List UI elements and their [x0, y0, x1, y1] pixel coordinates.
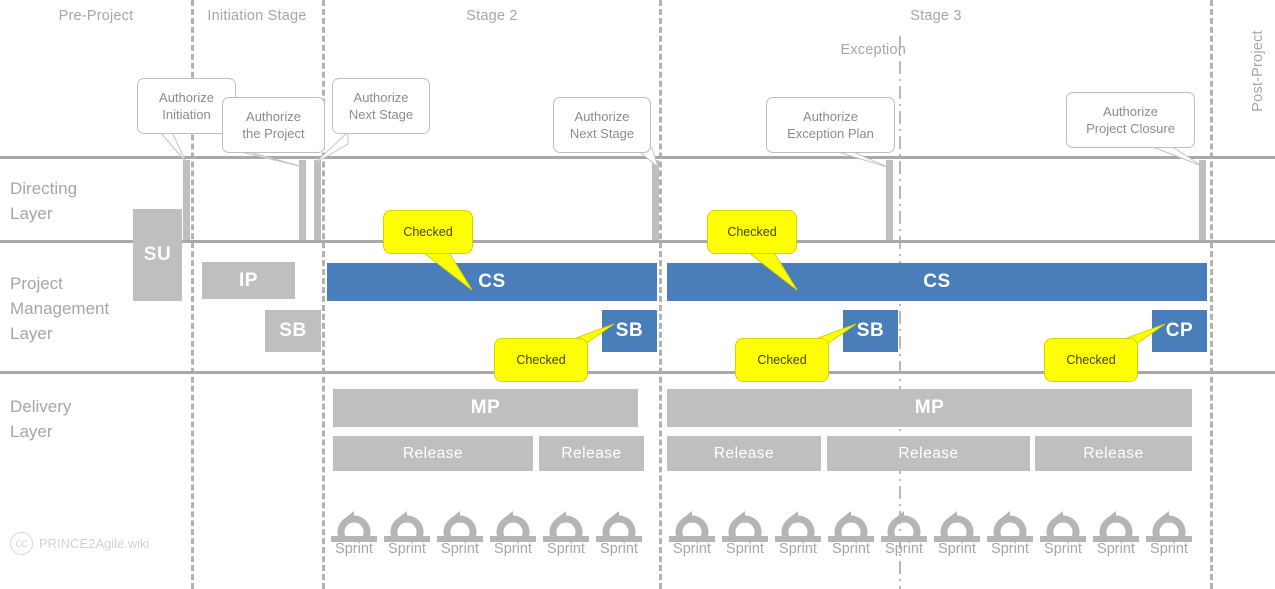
layer-title-project-management: Project Management Layer: [10, 274, 110, 343]
sprint-label: Sprint: [600, 541, 638, 557]
stage-label-stage-3: Stage 3: [910, 8, 962, 24]
sprint-label: Sprint: [885, 541, 923, 557]
sprint-label: Sprint: [938, 541, 976, 557]
sprint-label: Sprint: [991, 541, 1029, 557]
sprint-loop-icon: [770, 497, 826, 543]
process-box-sb-initiation[interactable]: SB: [265, 310, 321, 352]
directing-tick-authorize-project-closure: [1199, 160, 1206, 240]
directing-tick-authorize-the-project: [299, 160, 306, 240]
sprint-item: Sprint: [876, 497, 932, 557]
process-box-su[interactable]: SU: [133, 209, 182, 301]
release-bar[interactable]: Release: [539, 436, 644, 471]
sprint-loop-icon: [379, 497, 435, 543]
callout-tail-authorize-initiation: [158, 131, 187, 163]
sprint-item: Sprint: [591, 497, 647, 557]
sprint-loop-icon: [929, 497, 985, 543]
stage-label-initiation-stage: Initiation Stage: [207, 8, 307, 24]
checked-callout-cs-stage2[interactable]: Checked: [383, 210, 473, 254]
delivery-bar-mp-stage2[interactable]: MP: [333, 389, 638, 427]
sprint-item: Sprint: [1141, 497, 1197, 557]
release-bar[interactable]: Release: [827, 436, 1030, 471]
callout-authorize-next-stage-2[interactable]: Authorize Next Stage: [553, 97, 651, 153]
sprint-item: Sprint: [717, 497, 773, 557]
stage-label-stage-2: Stage 2: [466, 8, 518, 24]
directing-tick-authorize-exception-plan: [886, 160, 893, 240]
sprint-item: Sprint: [770, 497, 826, 557]
callout-authorize-the-project[interactable]: Authorize the Project: [222, 97, 325, 153]
sprint-label: Sprint: [547, 541, 585, 557]
creative-commons-icon: CC: [10, 532, 33, 555]
sprint-item: Sprint: [485, 497, 541, 557]
release-bar[interactable]: Release: [333, 436, 533, 471]
sprint-label: Sprint: [388, 541, 426, 557]
checked-callout-cp[interactable]: Checked: [1044, 338, 1138, 382]
sprint-label: Sprint: [1150, 541, 1188, 557]
sprint-label: Sprint: [1044, 541, 1082, 557]
sprint-item: Sprint: [929, 497, 985, 557]
stage-label-post-project: Post-Project: [1250, 30, 1266, 112]
sprint-loop-icon: [1088, 497, 1144, 543]
stage-label-pre-project: Pre-Project: [58, 8, 134, 24]
exception-label: Exception: [840, 42, 906, 58]
sprint-item: Sprint: [823, 497, 879, 557]
sprint-item: Sprint: [1088, 497, 1144, 557]
sprint-loop-icon: [982, 497, 1038, 543]
callout-authorize-exception-plan[interactable]: Authorize Exception Plan: [766, 97, 895, 153]
layer-title-directing: Directing Layer: [10, 179, 78, 223]
directing-tick-authorize-next-stage-2: [652, 160, 659, 240]
sprint-loop-icon: [538, 497, 594, 543]
sprint-loop-icon: [1035, 497, 1091, 543]
sprint-item: Sprint: [982, 497, 1038, 557]
layer-separator-middle: [0, 240, 1275, 243]
directing-tick-authorize-next-stage-1: [314, 160, 321, 240]
checked-callout-sb-stage3[interactable]: Checked: [735, 338, 829, 382]
stage-divider-stage2-stage3: [659, 0, 662, 589]
release-bar[interactable]: Release: [667, 436, 821, 471]
checked-callout-sb-stage2[interactable]: Checked: [494, 338, 588, 382]
sprint-label: Sprint: [1097, 541, 1135, 557]
process-box-ip[interactable]: IP: [202, 262, 295, 299]
layer-title-delivery: Delivery Layer: [10, 397, 72, 441]
sprint-item: Sprint: [664, 497, 720, 557]
sprint-label: Sprint: [673, 541, 711, 557]
sprint-item: Sprint: [432, 497, 488, 557]
sprint-label: Sprint: [779, 541, 817, 557]
checked-callout-cs-stage3[interactable]: Checked: [707, 210, 797, 254]
sprint-item: Sprint: [379, 497, 435, 557]
sprint-label: Sprint: [832, 541, 870, 557]
sprint-loop-icon: [1141, 497, 1197, 543]
process-box-cs-stage2[interactable]: CS: [327, 263, 657, 301]
sprint-loop-icon: [326, 497, 382, 543]
directing-tick-authorize-initiation: [183, 160, 190, 240]
sprint-label: Sprint: [726, 541, 764, 557]
stage-divider-initiation-stage2: [322, 0, 325, 589]
sprint-label: Sprint: [441, 541, 479, 557]
sprint-item: Sprint: [1035, 497, 1091, 557]
callout-authorize-next-stage-1[interactable]: Authorize Next Stage: [332, 78, 430, 134]
sprint-label: Sprint: [335, 541, 373, 557]
sprint-loop-icon: [823, 497, 879, 543]
sprint-loop-icon: [432, 497, 488, 543]
callout-authorize-project-closure[interactable]: Authorize Project Closure: [1066, 92, 1195, 148]
attribution-text: PRINCE2Agile.wiki: [39, 536, 150, 551]
sprint-loop-icon: [591, 497, 647, 543]
sprint-loop-icon: [664, 497, 720, 543]
sprint-loop-icon: [876, 497, 932, 543]
attribution: CC PRINCE2Agile.wiki: [10, 532, 150, 555]
prince2-agile-diagram: Exception Pre-Project Initiation Stage S…: [0, 0, 1275, 589]
stage-divider-stage3-postproject: [1210, 0, 1213, 589]
sprint-label: Sprint: [494, 541, 532, 557]
delivery-bar-mp-stage3[interactable]: MP: [667, 389, 1192, 427]
sprint-loop-icon: [717, 497, 773, 543]
sprint-item: Sprint: [326, 497, 382, 557]
sprint-loop-icon: [485, 497, 541, 543]
release-bar[interactable]: Release: [1035, 436, 1192, 471]
sprint-item: Sprint: [538, 497, 594, 557]
